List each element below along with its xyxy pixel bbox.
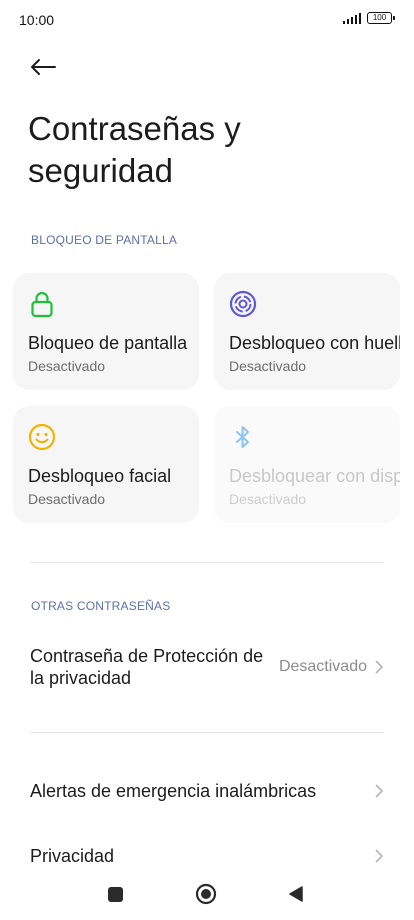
card-status: Desactivado (229, 358, 307, 374)
card-status: Desactivado (28, 358, 106, 374)
row-title: Privacidad (30, 846, 115, 866)
row-title: Alertas de emergencia inalámbricas (30, 781, 317, 801)
arrow-left-icon (31, 59, 56, 75)
row-value: Desactivado (278, 658, 367, 675)
fingerprint-icon (229, 290, 257, 318)
back-triangle-button[interactable] (287, 885, 305, 903)
navigation-bar (0, 872, 414, 916)
section-header-screen-lock: BLOQUEO DE PANTALLA (31, 233, 178, 247)
back-button[interactable] (26, 50, 60, 84)
card-title: Desbloquear con dispositivo (229, 466, 400, 486)
home-button[interactable] (195, 883, 217, 905)
status-icons: 100 (342, 12, 395, 24)
row-right: Desactivado (279, 658, 384, 676)
card-screen-lock[interactable]: Bloqueo de pantalla Desactivado (13, 273, 199, 390)
emergency-alerts-item[interactable]: Alertas de emergencia inalámbricas (30, 778, 384, 804)
status-bar: 10:00 100 (0, 0, 414, 40)
card-device-unlock: Desbloquear con dispositivo Desactivado (214, 406, 400, 523)
row-title: Contraseña de Protección de la privacida… (30, 646, 264, 688)
bluetooth-icon (236, 426, 249, 448)
divider (30, 562, 384, 563)
lock-icon (31, 291, 53, 318)
section-header-other-passwords: OTRAS CONTRASEÑAS (31, 599, 171, 613)
card-status: Desactivado (229, 491, 307, 507)
page-title: Contraseñas y seguridad (28, 110, 241, 189)
recent-apps-button[interactable] (108, 887, 123, 902)
signal-icon (342, 12, 361, 24)
face-icon (28, 423, 56, 451)
chevron-right-icon (375, 849, 383, 863)
divider (30, 732, 384, 733)
status-time: 10:00 (19, 12, 55, 28)
card-title: Desbloqueo con huella (229, 333, 400, 353)
card-face-unlock[interactable]: Desbloqueo facial Desactivado (13, 406, 199, 523)
chevron-right-icon (375, 660, 383, 674)
battery-icon: 100 (367, 12, 395, 24)
card-title: Bloqueo de pantalla (28, 333, 188, 353)
card-title: Desbloqueo facial (28, 466, 172, 486)
card-status: Desactivado (28, 491, 106, 507)
privacy-protection-password-item[interactable]: Contraseña de Protección de la privacida… (30, 644, 384, 690)
privacy-item[interactable]: Privacidad (30, 843, 384, 869)
chevron-right-icon (375, 784, 383, 798)
card-fingerprint-unlock[interactable]: Desbloqueo con huella Desactivado (214, 273, 400, 390)
